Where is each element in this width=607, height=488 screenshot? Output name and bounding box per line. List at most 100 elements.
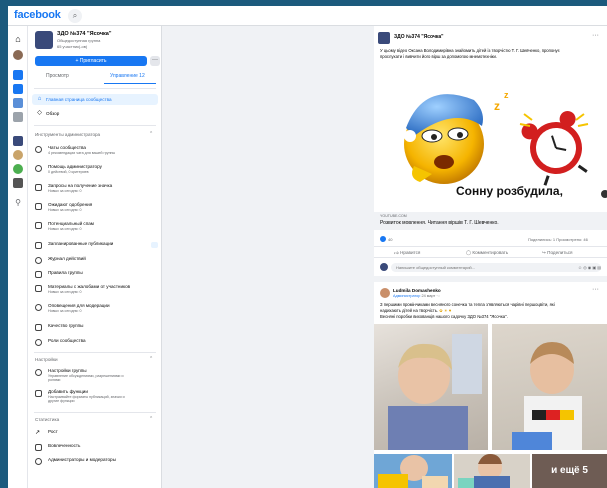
divider	[34, 352, 156, 353]
post-time[interactable]: 24 март	[421, 294, 435, 298]
share-button[interactable]: ↪ Поделиться	[542, 250, 573, 256]
invite-button[interactable]: + Пригласить	[35, 56, 147, 66]
chevron-up-icon[interactable]: ⌃	[149, 356, 153, 362]
flower-emoji-icon: ✿ ☀ ♥	[439, 308, 452, 313]
tool-moderation-alerts[interactable]: Оповещения для модерации Новых за сегодн…	[34, 302, 158, 320]
group-shortcut-2-icon[interactable]	[13, 150, 23, 160]
group-member-count[interactable]: 65 участник(-ов)	[57, 44, 87, 49]
stat-admins-moderators[interactable]: Администраторы и модераторы	[34, 456, 158, 468]
tab-manage[interactable]: Управление 12	[110, 73, 145, 79]
rules-icon	[35, 271, 42, 278]
avatar[interactable]	[380, 288, 390, 298]
spam-icon	[35, 222, 42, 229]
chat-icon	[35, 146, 42, 153]
tool-activity-log[interactable]: Журнал действий	[34, 255, 158, 267]
share-view-count[interactable]: Поделились: 1 Просмотрено: 46	[528, 237, 588, 242]
post-menu-icon[interactable]: ···	[592, 32, 599, 39]
post-author[interactable]: Ludmila Domashenko	[393, 288, 441, 293]
tool-subtitle: Новых за сегодня: 0	[48, 290, 82, 294]
settings-header: Настройки	[35, 357, 58, 362]
photo-2[interactable]	[492, 324, 607, 450]
stat-engagement[interactable]: Вовлеченность	[34, 442, 158, 454]
zz-icon: z	[504, 90, 509, 100]
photo-3[interactable]	[374, 454, 452, 488]
link-icon[interactable]: ⚲	[13, 198, 23, 208]
comment-input[interactable]	[391, 263, 601, 272]
group-shortcut-3-icon[interactable]	[13, 164, 23, 174]
quality-icon	[35, 324, 42, 331]
tool-group-quality[interactable]: Качество группы	[34, 322, 158, 334]
avatar[interactable]	[380, 263, 388, 271]
group-avatar[interactable]	[35, 31, 53, 49]
badge-icon	[35, 184, 42, 191]
post-menu-icon[interactable]: ···	[592, 286, 599, 293]
photo-1[interactable]	[374, 324, 488, 450]
child-photo	[388, 334, 482, 450]
craft-photo	[458, 454, 510, 488]
comment-composer: ☺ ◎ ◉ ▣ ▤	[374, 262, 607, 274]
tool-title: Добавить функции	[48, 389, 88, 394]
group-shortcut-icon[interactable]	[13, 136, 23, 146]
tool-admin-assist[interactable]: Помощь администратору 0 действий, 0 крит…	[34, 163, 158, 181]
tool-scheduled-posts[interactable]: Запланированные публикации	[34, 240, 158, 252]
watch-icon[interactable]	[13, 70, 23, 80]
info-icon[interactable]	[601, 190, 607, 198]
tool-community-roles[interactable]: Роли сообщества	[34, 337, 158, 349]
chevron-up-icon[interactable]: ⌃	[149, 416, 153, 422]
tool-title: Запланированные публикации	[48, 241, 114, 246]
video-thumbnail[interactable]: z z Сонну розбудила,	[374, 70, 607, 210]
tool-subtitle: Новых за сегодня: 0	[48, 227, 82, 231]
admin-badge[interactable]: Администратор	[393, 294, 420, 298]
post-author[interactable]: ЗДО №374 "Ясочка"	[394, 34, 444, 40]
tool-title: Материалы с жалобами от участников	[48, 284, 131, 289]
link-preview[interactable]: YOUTUBE.COM Розвиток мовлення. Читання в…	[374, 212, 607, 230]
tool-community-chats[interactable]: Чаты сообщества 4 рекомендации чата для …	[34, 144, 158, 162]
post-stats: 40 Поделились: 1 Просмотрено: 46	[374, 234, 607, 244]
more-photos-overlay[interactable]: и ещё 5	[532, 454, 607, 488]
tool-subtitle: другие функции	[48, 399, 75, 403]
chevron-up-icon[interactable]: ⌃	[149, 131, 153, 137]
features-icon	[35, 390, 42, 397]
search-icon[interactable]: ⌕	[68, 9, 82, 23]
groups-icon[interactable]	[13, 98, 23, 108]
like-reaction-icon[interactable]	[380, 236, 386, 242]
tool-pending-approval[interactable]: Ожидают одобрения Новых за сегодня: 0	[34, 201, 158, 219]
reaction-count[interactable]: 40	[388, 237, 392, 242]
like-icon	[35, 444, 42, 451]
facebook-logo[interactable]: facebook	[14, 9, 61, 21]
comment-tool-icons[interactable]: ☺ ◎ ◉ ▣ ▤	[578, 263, 601, 272]
tool-title: Администраторы и модераторы	[48, 457, 116, 462]
comment-button[interactable]: ◯ Комментировать	[466, 250, 508, 256]
tab-view[interactable]: Просмотр	[46, 73, 69, 79]
photo-5[interactable]: и ещё 5	[532, 454, 607, 488]
post-text-part: надихають дітей на творчість.	[380, 308, 439, 313]
zz-icon: z	[494, 99, 500, 113]
craft-photo	[378, 455, 448, 488]
tool-title: Рост	[48, 429, 58, 434]
marketplace-icon[interactable]	[13, 84, 23, 94]
admins-icon	[35, 458, 42, 465]
more-options-button[interactable]: ···	[150, 56, 160, 66]
admin-tools-header: Инструменты администратора	[35, 132, 101, 137]
nav-community-home[interactable]: ⌂ Главная страница сообщества	[32, 94, 158, 105]
group-shortcut-4-icon[interactable]	[13, 178, 23, 188]
link-title: Розвиток мовлення. Читання віршів Т. Г. …	[380, 220, 499, 226]
tool-group-settings[interactable]: Настройки группы Управление обсуждениями…	[34, 367, 158, 387]
photo-4[interactable]	[454, 454, 530, 488]
tool-add-features[interactable]: Добавить функции Настраивайте форматы пу…	[34, 388, 158, 408]
stat-growth[interactable]: ↗ Рост	[34, 428, 158, 440]
gaming-icon[interactable]	[13, 112, 23, 122]
tool-reported-content[interactable]: Материалы с жалобами от участников Новых…	[34, 283, 158, 301]
tool-title: Качество группы	[48, 323, 84, 328]
profile-avatar-icon[interactable]	[13, 50, 23, 60]
home-icon[interactable]: ⌂	[13, 34, 23, 44]
tool-badge-requests[interactable]: Запросы на получение значка Новых за сег…	[34, 182, 158, 200]
tool-title: Запросы на получение значка	[48, 183, 113, 188]
group-name[interactable]: ЗДО №374 "Ясочка"	[57, 31, 111, 37]
globe-icon: ·◌	[436, 294, 440, 298]
nav-overview[interactable]: ◇ Обзор	[32, 108, 158, 119]
tool-group-rules[interactable]: Правила группы	[34, 269, 158, 281]
like-button[interactable]: 👍︎ Нравится	[394, 250, 420, 256]
tool-potential-spam[interactable]: Потенциальный спам Новых за сегодня: 0	[34, 220, 158, 238]
group-avatar[interactable]	[378, 32, 390, 44]
